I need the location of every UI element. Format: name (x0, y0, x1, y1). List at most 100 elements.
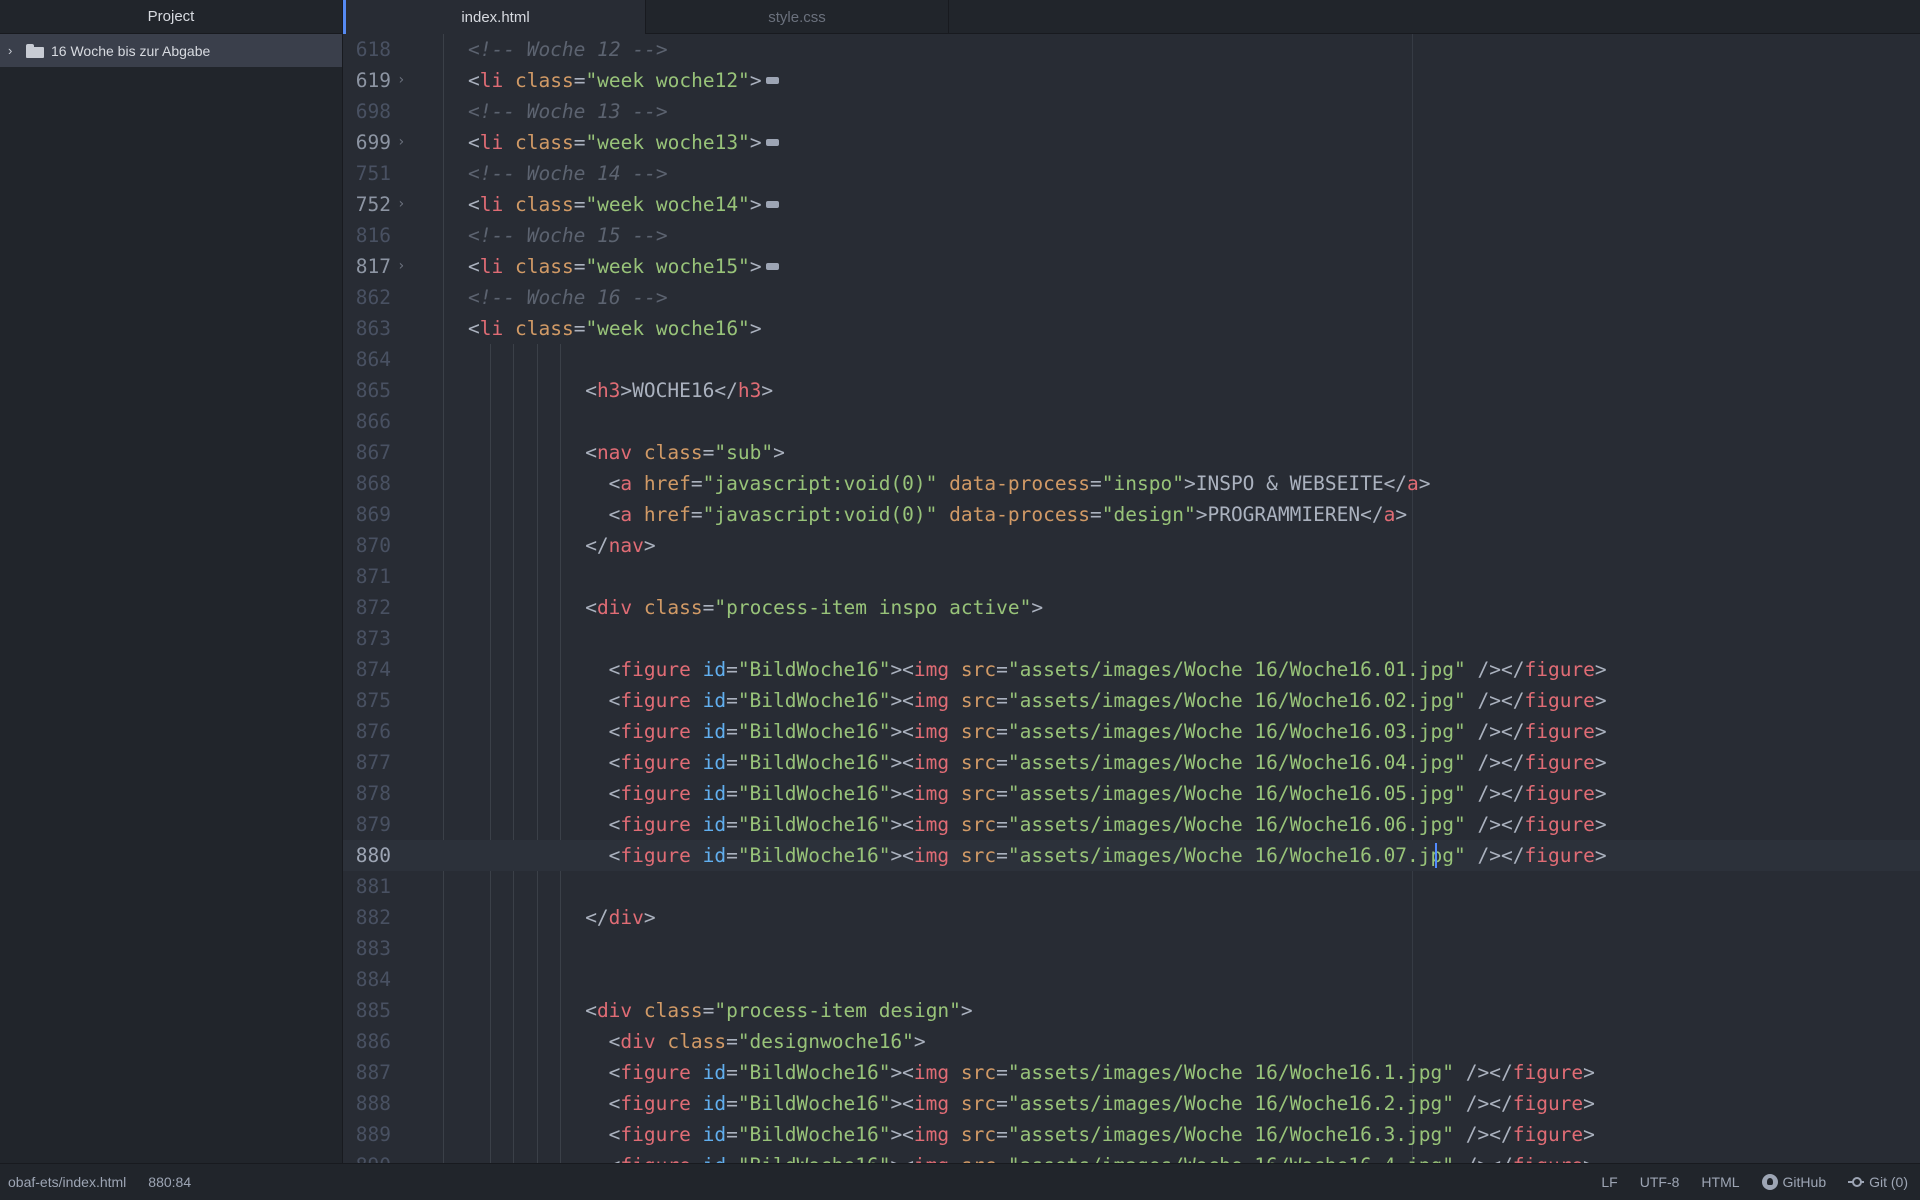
code-line[interactable]: 618 <!-- Woche 12 --> (343, 34, 1920, 65)
status-file-path[interactable]: obaf-ets/index.html (8, 1174, 126, 1190)
folded-ellipsis-icon[interactable] (765, 139, 779, 146)
line-number[interactable]: 619 (343, 65, 391, 96)
line-number[interactable]: 869 (343, 499, 391, 530)
code-line[interactable]: 881 (343, 871, 1920, 902)
line-number[interactable]: 877 (343, 747, 391, 778)
line-number[interactable]: 888 (343, 1088, 391, 1119)
line-number[interactable]: 871 (343, 561, 391, 592)
chevron-right-icon[interactable]: › (8, 43, 22, 58)
code-line[interactable]: 880 <figure id="BildWoche16"><img src="as… (343, 840, 1920, 871)
code-line[interactable]: 751 <!-- Woche 14 --> (343, 158, 1920, 189)
line-number[interactable]: 878 (343, 778, 391, 809)
line-number[interactable]: 872 (343, 592, 391, 623)
code-line[interactable]: 873 (343, 623, 1920, 654)
line-number[interactable]: 867 (343, 437, 391, 468)
fold-chevron-icon[interactable]: › (397, 189, 411, 220)
code-line[interactable]: 879 <figure id="BildWoche16"><img src="as… (343, 809, 1920, 840)
line-number[interactable]: 885 (343, 995, 391, 1026)
tree-view-title[interactable]: Project (0, 0, 342, 34)
line-number[interactable]: 890 (343, 1150, 391, 1163)
code-line[interactable]: 816 <!-- Woche 15 --> (343, 220, 1920, 251)
code-line[interactable]: 863 <li class="week woche16"> (343, 313, 1920, 344)
code-line[interactable]: 752 › <li class="week woche14"> (343, 189, 1920, 220)
line-number[interactable]: 752 (343, 189, 391, 220)
code-token: class (514, 131, 574, 154)
code-editor[interactable]: 618 <!-- Woche 12 --> 619 › <li class="week … (343, 34, 1920, 1163)
status-encoding[interactable]: UTF-8 (1640, 1174, 1680, 1190)
line-number[interactable]: 864 (343, 344, 391, 375)
status-github[interactable]: GitHub (1761, 1174, 1826, 1190)
code-line[interactable]: 862 <!-- Woche 16 --> (343, 282, 1920, 313)
code-line[interactable]: 890<figure id="BildWoche16"><img src="as… (343, 1150, 1920, 1163)
line-number[interactable]: 817 (343, 251, 391, 282)
line-number[interactable]: 884 (343, 964, 391, 995)
code-line[interactable]: 871 (343, 561, 1920, 592)
line-number[interactable]: 879 (343, 809, 391, 840)
code-token: > (1583, 1123, 1595, 1146)
status-cursor-position[interactable]: 880:84 (148, 1174, 191, 1190)
code-line[interactable]: 866 (343, 406, 1920, 437)
code-line[interactable]: 883 (343, 933, 1920, 964)
code-token: "inspo" (1101, 472, 1184, 495)
code-line[interactable]: 878 <figure id="BildWoche16"><img src="as… (343, 778, 1920, 809)
code-line[interactable]: 868 <a href="javascript:void(0)" data-pro… (343, 468, 1920, 499)
code-line[interactable]: 889 <figure id="BildWoche16"><img src="as… (343, 1119, 1920, 1150)
line-number[interactable]: 618 (343, 34, 391, 65)
code-line[interactable]: 872 <div class="process-item inspo active… (343, 592, 1920, 623)
code-line[interactable]: 869 <a href="javascript:void(0)" data-pro… (343, 499, 1920, 530)
fold-chevron-icon[interactable]: › (397, 65, 411, 96)
line-number[interactable]: 862 (343, 282, 391, 313)
line-number[interactable]: 873 (343, 623, 391, 654)
line-number[interactable]: 751 (343, 158, 391, 189)
line-number[interactable]: 874 (343, 654, 391, 685)
code-line[interactable]: 885 <div class="process-item design"> (343, 995, 1920, 1026)
code-line[interactable]: 867 <nav class="sub"> (343, 437, 1920, 468)
code-line[interactable]: 865 <h3>WOCHE16</h3> (343, 375, 1920, 406)
line-number[interactable]: 863 (343, 313, 391, 344)
code-token: /></ (1454, 1092, 1513, 1115)
line-number[interactable]: 870 (343, 530, 391, 561)
code-line[interactable]: 874 <figure id="BildWoche16"><img src="as… (343, 654, 1920, 685)
code-line[interactable]: 870 </nav> (343, 530, 1920, 561)
code-line[interactable]: 884 (343, 964, 1920, 995)
fold-chevron-icon[interactable]: › (397, 251, 411, 282)
line-number[interactable]: 880 (343, 840, 391, 871)
code-line[interactable]: 886 <div class="designwoche16"> (343, 1026, 1920, 1057)
line-number[interactable]: 865 (343, 375, 391, 406)
code-line[interactable]: 817 › <li class="week woche15"> (343, 251, 1920, 282)
tree-item-project-folder[interactable]: › 16 Woche bis zur Abgabe (0, 34, 342, 67)
tab-style-css[interactable]: style.css (646, 0, 949, 34)
code-line[interactable]: 888 <figure id="BildWoche16"><img src="as… (343, 1088, 1920, 1119)
folded-ellipsis-icon[interactable] (765, 201, 779, 208)
line-number[interactable]: 876 (343, 716, 391, 747)
line-number[interactable]: 699 (343, 127, 391, 158)
folded-ellipsis-icon[interactable] (765, 263, 779, 270)
fold-chevron-icon[interactable]: › (397, 127, 411, 158)
code-line[interactable]: 619 › <li class="week woche12"> (343, 65, 1920, 96)
line-number[interactable]: 816 (343, 220, 391, 251)
line-number[interactable]: 875 (343, 685, 391, 716)
line-number[interactable]: 882 (343, 902, 391, 933)
line-number[interactable]: 881 (343, 871, 391, 902)
status-grammar[interactable]: HTML (1701, 1174, 1739, 1190)
code-line[interactable]: 876 <figure id="BildWoche16"><img src="as… (343, 716, 1920, 747)
code-line[interactable]: 699 › <li class="week woche13"> (343, 127, 1920, 158)
status-git[interactable]: Git (0) (1848, 1174, 1908, 1190)
folded-ellipsis-icon[interactable] (765, 77, 779, 84)
code-line[interactable]: 877 <figure id="BildWoche16"><img src="as… (343, 747, 1920, 778)
line-number[interactable]: 883 (343, 933, 391, 964)
status-line-ending[interactable]: LF (1601, 1174, 1617, 1190)
line-number[interactable]: 887 (343, 1057, 391, 1088)
code-line[interactable]: 887 <figure id="BildWoche16"><img src="as… (343, 1057, 1920, 1088)
tab-index-html[interactable]: index.html (343, 0, 646, 35)
code-line[interactable]: 882 </div> (343, 902, 1920, 933)
line-number[interactable]: 889 (343, 1119, 391, 1150)
line-number[interactable]: 868 (343, 468, 391, 499)
code-line[interactable]: 698 <!-- Woche 13 --> (343, 96, 1920, 127)
code-token: "BildWoche16" (737, 751, 891, 774)
code-line[interactable]: 875 <figure id="BildWoche16"><img src="as… (343, 685, 1920, 716)
line-number[interactable]: 866 (343, 406, 391, 437)
code-line[interactable]: 864 (343, 344, 1920, 375)
line-number[interactable]: 698 (343, 96, 391, 127)
line-number[interactable]: 886 (343, 1026, 391, 1057)
